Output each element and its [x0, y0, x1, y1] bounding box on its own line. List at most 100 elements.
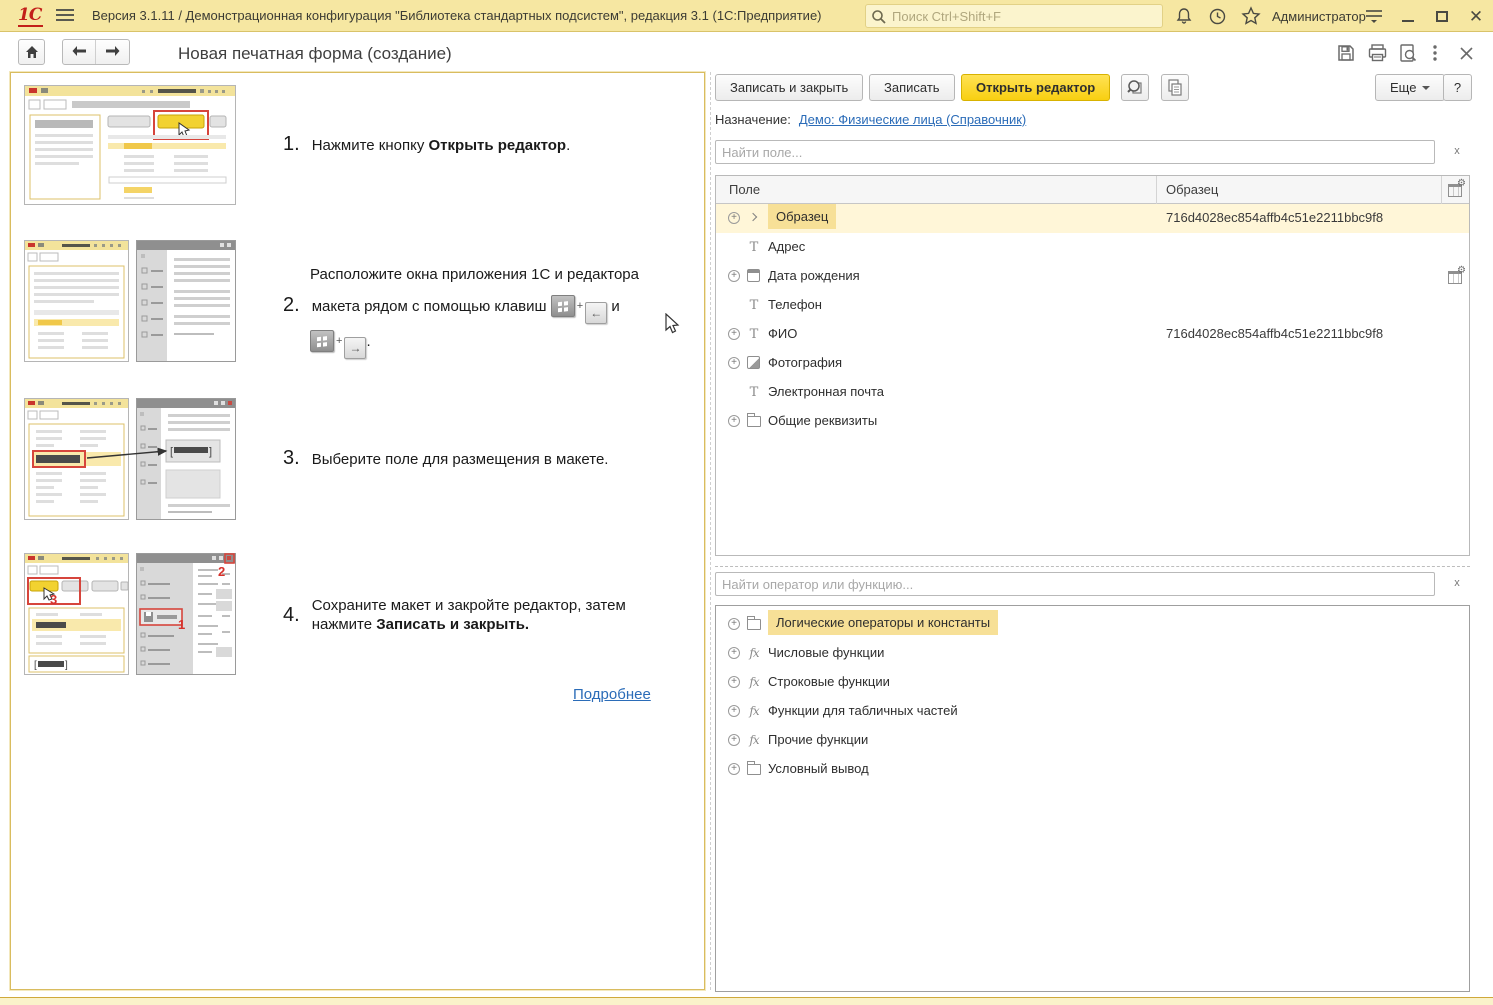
- field-search-clear-button[interactable]: x: [1449, 144, 1465, 160]
- table-settings-icon-floating[interactable]: [1443, 266, 1467, 288]
- app-window: 1С Версия 3.1.11 / Демонстрационная конф…: [0, 0, 1493, 1005]
- close-window-button[interactable]: ✕: [1464, 5, 1488, 27]
- preview-icon[interactable]: [1397, 43, 1419, 63]
- table-row-telefon[interactable]: Телефон: [716, 291, 1469, 320]
- column-sample[interactable]: Образец: [1166, 182, 1218, 197]
- tree-row-string-functions[interactable]: Строковые функции: [716, 668, 1469, 697]
- field-type-icon: [747, 298, 761, 312]
- fields-table: Поле Образец Образец 716d4028ec854affb4c…: [715, 175, 1470, 556]
- expand-icon[interactable]: [728, 270, 740, 282]
- field-type-icon: [747, 240, 761, 254]
- chevron-right-icon: [749, 213, 757, 221]
- main-menu-icon[interactable]: [56, 9, 74, 23]
- table-row-data-rozhdeniya[interactable]: Дата рождения: [716, 262, 1469, 291]
- home-button[interactable]: [18, 39, 45, 65]
- titlebar: 1С Версия 3.1.11 / Демонстрационная конф…: [0, 0, 1493, 32]
- window-title: Версия 3.1.11 / Демонстрационная конфигу…: [92, 8, 822, 23]
- search-icon: [871, 9, 887, 25]
- page-title: Новая печатная форма (создание): [178, 44, 452, 64]
- status-strip: [0, 997, 1493, 1005]
- expand-icon[interactable]: [728, 328, 740, 340]
- table-row-obshchie-rekvizity[interactable]: Общие реквизиты: [716, 407, 1469, 436]
- table-row-obrazec[interactable]: Образец 716d4028ec854affb4c51e2211bbc9f8: [716, 204, 1469, 233]
- tree-row-other-functions[interactable]: Прочие функции: [716, 726, 1469, 755]
- current-user[interactable]: Администратор: [1272, 9, 1366, 24]
- table-row-elektronnaya-pochta[interactable]: Электронная почта: [716, 378, 1469, 407]
- history-nav-group: [62, 39, 130, 65]
- step4-text: 4. Сохраните макет и закройте редактор, …: [283, 596, 626, 634]
- group-icon: [747, 619, 761, 630]
- copy-button[interactable]: [1161, 74, 1189, 101]
- save-button[interactable]: Записать: [869, 74, 955, 101]
- step4-marker-1: 1: [178, 617, 185, 632]
- expand-icon[interactable]: [728, 734, 740, 746]
- horizontal-splitter[interactable]: [715, 566, 1470, 567]
- right-arrow-key-icon: [344, 337, 366, 359]
- global-search[interactable]: [865, 4, 1163, 28]
- operator-search-clear-button[interactable]: x: [1449, 576, 1465, 592]
- table-row-fio[interactable]: ФИО 716d4028ec854affb4c51e2211bbc9f8: [716, 320, 1469, 349]
- fields-table-header[interactable]: Поле Образец: [716, 176, 1469, 204]
- save-icon[interactable]: [1335, 43, 1357, 63]
- expand-icon[interactable]: [728, 647, 740, 659]
- history-icon[interactable]: [1205, 5, 1229, 27]
- field-search-input[interactable]: [716, 141, 1434, 163]
- home-icon: [25, 45, 39, 59]
- field-type-icon: [747, 269, 760, 282]
- svg-text:]: ]: [65, 660, 68, 671]
- step3-text: 3.Выберите поле для размещения в макете.: [283, 447, 608, 470]
- close-form-icon[interactable]: [1455, 43, 1477, 63]
- maximize-button[interactable]: [1430, 5, 1454, 27]
- assignment-label: Назначение:: [715, 112, 791, 127]
- forward-button[interactable]: [96, 40, 129, 64]
- notifications-bell-icon[interactable]: [1172, 5, 1196, 27]
- table-row-fotografiya[interactable]: Фотография: [716, 349, 1469, 378]
- service-menu-icon[interactable]: [1362, 5, 1386, 27]
- back-button[interactable]: [63, 40, 96, 64]
- step4-app-thumbnail: []: [24, 553, 129, 675]
- expand-icon[interactable]: [728, 676, 740, 688]
- chevron-down-icon: [1422, 86, 1430, 90]
- tree-row-logical-operators[interactable]: Логические операторы и константы: [716, 610, 1469, 639]
- panel-splitter[interactable]: [710, 72, 711, 990]
- more-dots-icon[interactable]: [1428, 43, 1442, 63]
- step3-drag-arrow: [24, 398, 236, 520]
- table-settings-icon[interactable]: [1443, 179, 1467, 201]
- assignment-link[interactable]: Демо: Физические лица (Справочник): [799, 112, 1026, 127]
- minimize-button[interactable]: [1396, 5, 1420, 27]
- field-type-icon: [747, 356, 760, 369]
- save-and-close-button[interactable]: Записать и закрыть: [715, 74, 863, 101]
- global-search-input[interactable]: [892, 6, 1157, 26]
- expand-icon[interactable]: [728, 618, 740, 630]
- tree-row-tabular-functions[interactable]: Функции для табличных частей: [716, 697, 1469, 726]
- more-details-link[interactable]: Подробнее: [573, 686, 651, 703]
- find-sample-button[interactable]: [1121, 74, 1149, 101]
- tree-row-numeric-functions[interactable]: Числовые функции: [716, 639, 1469, 668]
- open-editor-button[interactable]: Открыть редактор: [961, 74, 1110, 101]
- operator-search-input[interactable]: [716, 573, 1434, 595]
- function-icon: [747, 675, 761, 689]
- print-icon[interactable]: [1366, 43, 1388, 63]
- navbar: Новая печатная форма (создание): [0, 33, 1493, 70]
- tutorial-panel: [10, 72, 705, 990]
- table-row-adres[interactable]: Адрес: [716, 233, 1469, 262]
- step1-thumbnail: [24, 85, 236, 205]
- favorites-star-icon[interactable]: [1239, 5, 1263, 27]
- operator-search: [715, 572, 1435, 596]
- expand-icon[interactable]: [728, 357, 740, 369]
- help-button[interactable]: ?: [1443, 74, 1472, 101]
- tree-row-conditional-output[interactable]: Условный вывод: [716, 755, 1469, 784]
- more-actions-button[interactable]: Еще: [1375, 74, 1445, 101]
- expand-icon[interactable]: [728, 705, 740, 717]
- column-field[interactable]: Поле: [729, 182, 760, 197]
- copy-icon: [1167, 79, 1183, 96]
- operators-tree: Логические операторы и константы Числовы…: [715, 605, 1470, 992]
- field-search: [715, 140, 1435, 164]
- function-icon: [747, 704, 761, 718]
- group-icon: [747, 764, 761, 775]
- expand-icon[interactable]: [728, 212, 740, 224]
- function-icon: [747, 646, 761, 660]
- function-icon: [747, 733, 761, 747]
- expand-icon[interactable]: [728, 763, 740, 775]
- expand-icon[interactable]: [728, 415, 740, 427]
